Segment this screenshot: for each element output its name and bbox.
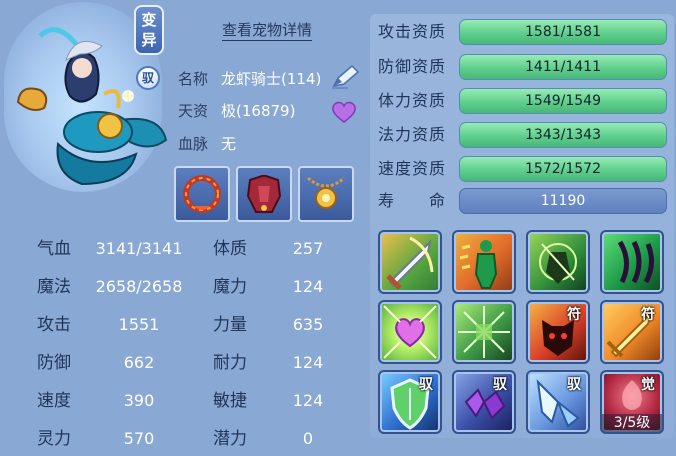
- stat-label-strength: 力量: [213, 315, 247, 335]
- aptitude-label-attack: 攻击资质: [378, 22, 447, 41]
- stat-label-endurance: 耐力: [213, 353, 247, 373]
- aptitude-bar-attack: 1581/1581: [459, 19, 667, 45]
- stat-label-agility: 敏捷: [213, 391, 247, 411]
- stat-value-mp: 2658/2658: [95, 277, 183, 296]
- collar-graphic: [183, 175, 221, 213]
- stat-label-spirit: 灵力: [37, 429, 71, 449]
- demon-face-skill-icon[interactable]: 符: [526, 300, 590, 364]
- amulet-equip-icon[interactable]: [298, 166, 354, 222]
- stat-value-agility: 124: [292, 391, 324, 410]
- stat-label-constitution: 体质: [213, 239, 247, 259]
- collar-equip-icon[interactable]: [174, 166, 230, 222]
- aptitude-bar-speed: 1572/1572: [459, 156, 667, 182]
- talent-label: 天资: [178, 102, 209, 120]
- heart-shine-graphic: [383, 305, 437, 359]
- skill-corner-yu-1: 驭: [419, 377, 433, 393]
- stat-value-attack: 1551: [118, 315, 160, 334]
- awaken-level-text: 3/5级: [602, 414, 662, 432]
- name-value: 龙虾骑士(114): [221, 70, 322, 88]
- crystal-shards-graphic: [458, 306, 510, 358]
- view-pet-details-link[interactable]: 查看宠物详情: [222, 20, 313, 41]
- skill-corner-fu-1: 符: [567, 307, 581, 323]
- claw-swipe-graphic: [617, 240, 654, 284]
- stat-value-endurance: 124: [292, 353, 324, 372]
- stat-label-attack: 攻击: [37, 315, 71, 335]
- aptitude-label-mana: 法力资质: [378, 125, 447, 144]
- stat-value-defense: 662: [123, 353, 155, 372]
- bloodline-value: 无: [221, 135, 237, 153]
- green-shadow-skill-icon[interactable]: [526, 230, 590, 294]
- name-label: 名称: [178, 70, 209, 88]
- purple-gem-skill-icon[interactable]: 驭: [452, 370, 516, 434]
- stat-label-defense: 防御: [37, 353, 71, 373]
- edit-pen-icon[interactable]: [330, 64, 360, 90]
- phantom-figure-skill-icon[interactable]: [452, 230, 516, 294]
- stat-label-speed: 速度: [37, 391, 71, 411]
- phantom-figure-graphic: [459, 240, 498, 289]
- talent-value: 极(16879): [221, 102, 296, 120]
- skill-corner-jue: 觉: [641, 377, 655, 393]
- ice-crystal-skill-icon[interactable]: 驭: [526, 370, 590, 434]
- sword-strike-graphic: [386, 236, 434, 290]
- heart-shine-skill-icon[interactable]: [378, 300, 442, 364]
- ride-badge: 驭: [136, 66, 160, 90]
- stat-value-potential: 0: [302, 429, 314, 448]
- aptitude-bar-defense: 1411/1411: [459, 54, 667, 80]
- crystal-shards-skill-icon[interactable]: [452, 300, 516, 364]
- mutation-badge-text: 变异: [141, 11, 157, 49]
- skill-corner-yu-3: 驭: [567, 377, 581, 393]
- aptitude-label-stamina: 体力资质: [378, 91, 447, 110]
- mutation-badge: 变异: [134, 5, 164, 55]
- stat-value-constitution: 257: [292, 239, 324, 258]
- skill-corner-yu-2: 驭: [493, 377, 507, 393]
- lifespan-bar: 11190: [459, 188, 667, 214]
- claw-swipe-skill-icon[interactable]: [600, 230, 664, 294]
- stat-label-mp: 魔法: [37, 277, 71, 297]
- stat-value-hp: 3141/3141: [95, 239, 183, 258]
- skill-corner-fu-2: 符: [641, 307, 655, 323]
- stat-label-potential: 潜力: [213, 429, 247, 449]
- stat-label-hp: 气血: [37, 239, 71, 259]
- armor-graphic: [246, 175, 282, 213]
- bloodline-label: 血脉: [178, 135, 209, 153]
- shield-skill-icon[interactable]: 驭: [378, 370, 442, 434]
- heart-icon[interactable]: [331, 101, 357, 123]
- lifespan-label: 寿 命: [378, 191, 447, 210]
- awaken-skill-icon[interactable]: 觉 3/5级: [600, 370, 664, 434]
- aptitude-bar-stamina: 1549/1549: [459, 88, 667, 114]
- stat-value-spirit: 570: [123, 429, 155, 448]
- armor-equip-icon[interactable]: [236, 166, 292, 222]
- stat-value-speed: 390: [123, 391, 155, 410]
- aptitude-bar-mana: 1343/1343: [459, 122, 667, 148]
- aptitude-label-defense: 防御资质: [378, 57, 447, 76]
- golden-sword-skill-icon[interactable]: 符: [600, 300, 664, 364]
- aptitude-label-speed: 速度资质: [378, 159, 447, 178]
- stat-label-magic: 魔力: [213, 277, 247, 297]
- stat-value-strength: 635: [292, 315, 324, 334]
- amulet-graphic: [307, 176, 345, 209]
- green-shadow-graphic: [539, 243, 577, 284]
- stat-value-magic: 124: [292, 277, 324, 296]
- sword-strike-skill-icon[interactable]: [378, 230, 442, 294]
